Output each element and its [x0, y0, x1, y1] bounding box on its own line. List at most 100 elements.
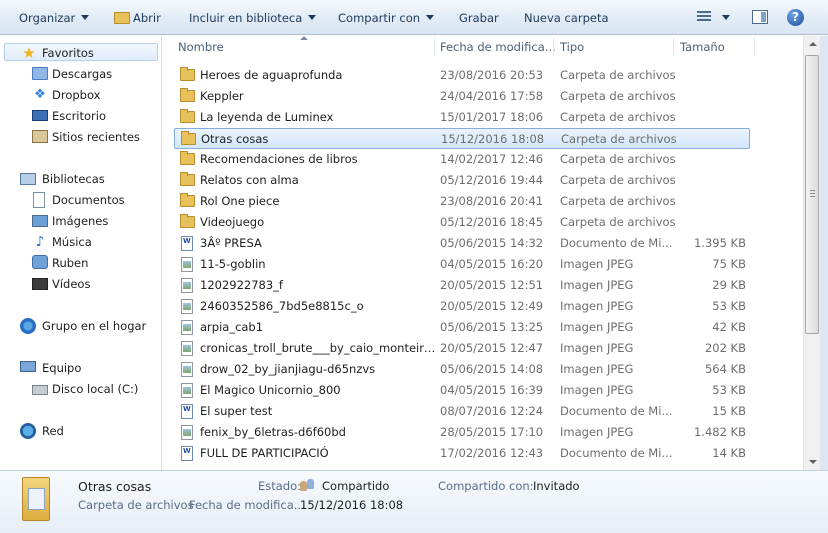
nav-label: Bibliotecas	[42, 172, 105, 186]
scroll-up-button[interactable]	[804, 36, 821, 53]
nav-label: Documentos	[52, 193, 125, 207]
nav-item-dropbox[interactable]: ❖ Dropbox	[0, 86, 160, 104]
include-in-library-button[interactable]: Incluir en biblioteca	[189, 9, 317, 27]
jpeg-image-icon	[181, 341, 193, 356]
file-date: 05/12/2016 19:44	[440, 173, 544, 187]
nav-item-desktop[interactable]: Escritorio	[0, 107, 160, 125]
change-view-icon[interactable]	[697, 11, 711, 23]
nav-label: Música	[52, 235, 92, 249]
file-row[interactable]: 3Âº PRESA 05/06/2015 14:32 Documento de Mi…	[174, 233, 794, 254]
file-name: Recomendaciones de libros	[200, 152, 358, 166]
column-size[interactable]: Tamaño	[674, 36, 754, 58]
nav-item-favorites[interactable]: ★ Favoritos	[4, 43, 158, 61]
file-row[interactable]: El super test 08/07/2016 12:24 Documento d…	[174, 401, 794, 422]
nav-item-videos[interactable]: Vídeos	[0, 275, 160, 293]
details-item-name: Otras cosas	[78, 479, 152, 494]
file-row[interactable]: Heroes de aguaprofunda 23/08/2016 20:53 Ca…	[174, 65, 794, 86]
file-row[interactable]: cronicas_troll_brute___by_caio_monteiro_…	[174, 338, 794, 359]
file-row[interactable]: La leyenda de Luminex 15/01/2017 18:06 Car…	[174, 107, 794, 128]
file-row[interactable]: 1202922783_f 20/05/2015 12:51 Imagen JPEG 2…	[174, 275, 794, 296]
file-row[interactable]: arpia_cab1 05/06/2015 13:25 Imagen JPEG 42 …	[174, 317, 794, 338]
file-date: 20/05/2015 12:47	[440, 341, 544, 355]
file-row[interactable]: Otras cosas 15/12/2016 18:08 Carpeta de ar…	[174, 128, 750, 149]
file-row[interactable]: 11-5-goblin 04/05/2015 16:20 Imagen JPEG 75…	[174, 254, 794, 275]
file-row[interactable]: El Magico Unicornio_800 04/05/2015 16:39 I…	[174, 380, 794, 401]
file-date: 05/12/2016 18:45	[440, 215, 544, 229]
file-row[interactable]: Recomendaciones de libros 14/02/2017 12:4…	[174, 149, 794, 170]
organize-button[interactable]: Organizar	[19, 9, 90, 27]
column-type[interactable]: Tipo	[554, 36, 672, 58]
details-item-type: Carpeta de archivos	[78, 498, 194, 512]
nav-label: Grupo en el hogar	[42, 319, 147, 333]
file-name: 1202922783_f	[200, 278, 283, 292]
preview-pane-icon[interactable]	[752, 10, 768, 24]
details-shared-with-label: Compartido con:	[438, 479, 534, 493]
nav-item-network[interactable]: Red	[0, 422, 160, 440]
nav-item-recent-places[interactable]: Sitios recientes	[0, 128, 160, 146]
nav-item-ruben[interactable]: Ruben	[0, 254, 160, 272]
nav-item-local-disk[interactable]: Disco local (C:)	[0, 380, 160, 398]
open-button[interactable]: Abrir	[114, 9, 161, 27]
nav-item-downloads[interactable]: Descargas	[0, 65, 160, 83]
include-library-label: Incluir en biblioteca	[189, 11, 303, 25]
file-type: Carpeta de archivos	[561, 132, 677, 146]
scroll-down-button[interactable]	[804, 453, 821, 470]
nav-item-computer[interactable]: Equipo	[0, 359, 160, 377]
file-type: Imagen JPEG	[560, 299, 634, 313]
file-name: Otras cosas	[201, 132, 269, 146]
folder-icon	[180, 151, 195, 165]
scrollbar-thumb[interactable]	[805, 55, 819, 334]
organize-label: Organizar	[19, 11, 76, 25]
file-size: 53 KB	[712, 299, 746, 313]
recent-places-icon	[32, 130, 48, 143]
nav-item-libraries[interactable]: Bibliotecas	[0, 170, 160, 188]
file-row[interactable]: 2460352586_7bd5e8815c_o 20/05/2015 12:49 I…	[174, 296, 794, 317]
file-type: Imagen JPEG	[560, 257, 634, 271]
file-name: fenix_by_6letras-d6f60bd	[200, 425, 346, 439]
new-folder-button[interactable]: Nueva carpeta	[524, 9, 609, 27]
column-separator[interactable]	[754, 38, 755, 56]
file-type: Imagen JPEG	[560, 425, 634, 439]
shared-users-icon	[300, 479, 316, 492]
folder-icon	[180, 193, 195, 207]
file-name: 3Âº PRESA	[200, 236, 262, 250]
file-list: Heroes de aguaprofunda 23/08/2016 20:53 Ca…	[166, 58, 803, 470]
nav-label: Favoritos	[42, 46, 94, 60]
file-row[interactable]: Keppler 24/04/2016 17:58 Carpeta de archiv…	[174, 86, 794, 107]
file-type: Imagen JPEG	[560, 320, 634, 334]
file-size: 1.395 KB	[693, 236, 746, 250]
file-type: Carpeta de archivos	[560, 194, 676, 208]
file-date: 04/05/2015 16:39	[440, 383, 544, 397]
file-type: Carpeta de archivos	[560, 173, 676, 187]
file-row[interactable]: drow_02_by_jianjiagu-d65nzvs 05/06/2015 1…	[174, 359, 794, 380]
file-name: El Magico Unicornio_800	[200, 383, 341, 397]
file-date: 24/04/2016 17:58	[440, 89, 544, 103]
file-date: 20/05/2015 12:49	[440, 299, 544, 313]
word-document-icon	[181, 404, 193, 419]
file-size: 564 KB	[704, 362, 746, 376]
nav-label: Dropbox	[52, 88, 101, 102]
column-date[interactable]: Fecha de modifica...	[434, 36, 556, 58]
view-options-chevron-icon[interactable]	[722, 15, 730, 20]
libraries-icon	[20, 173, 36, 185]
nav-label: Descargas	[52, 67, 113, 81]
file-row[interactable]: Relatos con alma 05/12/2016 19:44 Carpeta …	[174, 170, 794, 191]
file-row[interactable]: fenix_by_6letras-d6f60bd 28/05/2015 17:10…	[174, 422, 794, 443]
nav-item-pictures[interactable]: Imágenes	[0, 212, 160, 230]
nav-item-music[interactable]: ♪ Música	[0, 233, 160, 251]
nav-item-documents[interactable]: Documentos	[0, 191, 160, 209]
file-name: Keppler	[200, 89, 244, 103]
burn-button[interactable]: Grabar	[459, 9, 499, 27]
open-label: Abrir	[133, 11, 161, 25]
file-row[interactable]: Rol One piece 23/08/2016 20:41 Carpeta de …	[174, 191, 794, 212]
new-folder-label: Nueva carpeta	[524, 11, 609, 25]
help-icon[interactable]: ?	[787, 9, 804, 26]
file-row[interactable]: Videojuego 05/12/2016 18:45 Carpeta de arc…	[174, 212, 794, 233]
file-date: 05/06/2015 13:25	[440, 320, 544, 334]
folder-icon	[180, 172, 195, 186]
vertical-scrollbar[interactable]	[803, 36, 820, 470]
file-row[interactable]: FULL DE PARTICIPACIÓ 17/02/2016 12:43 Docu…	[174, 443, 794, 464]
nav-item-homegroup[interactable]: Grupo en el hogar	[0, 317, 160, 335]
share-with-button[interactable]: Compartir con	[338, 9, 435, 27]
file-name: Heroes de aguaprofunda	[200, 68, 343, 82]
